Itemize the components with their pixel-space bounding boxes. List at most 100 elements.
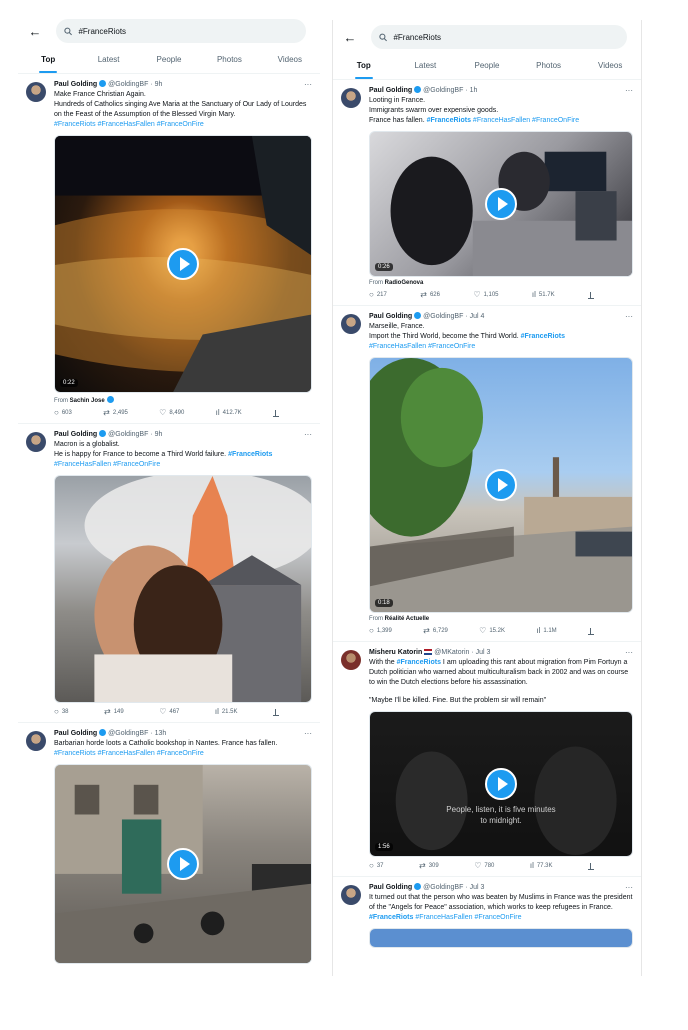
tweet-image[interactable]	[369, 928, 633, 948]
author-handle[interactable]: @GoldingBF	[108, 81, 148, 88]
share-button[interactable]	[588, 862, 594, 870]
tweet[interactable]: Paul Golding @GoldingBF · 13h ··· Barbari…	[18, 723, 320, 970]
reply-button[interactable]: ○ 1,399	[369, 627, 392, 635]
hashtags[interactable]: #FranceRiots #FranceHasFallen #FranceOnF…	[54, 120, 312, 130]
reply-button[interactable]: ○ 603	[54, 409, 72, 417]
more-options-icon[interactable]: ···	[304, 80, 312, 89]
reply-button[interactable]: ○ 37	[369, 862, 384, 870]
like-button[interactable]: ♡ 467	[159, 708, 179, 716]
avatar[interactable]	[341, 650, 361, 670]
avatar[interactable]	[26, 82, 46, 102]
more-options-icon[interactable]: ···	[625, 883, 633, 892]
tweet-time[interactable]: · 9h	[150, 431, 162, 438]
views-button[interactable]: ıl 77.3K	[530, 862, 553, 870]
views-button[interactable]: ıl 21.5K	[215, 708, 238, 716]
views-button[interactable]: ıl 1.1M	[536, 627, 556, 635]
tweet-time[interactable]: · 1h	[465, 87, 477, 94]
video-thumbnail[interactable]: 0:26	[369, 131, 633, 277]
tweet-time[interactable]: · 9h	[150, 81, 162, 88]
hashtag[interactable]: #FranceRiots	[521, 333, 565, 340]
author-name[interactable]: Misheru Katorin	[369, 649, 422, 656]
author-handle[interactable]: @GoldingBF	[423, 87, 463, 94]
video-source[interactable]: From RadioGenova	[369, 280, 633, 286]
tweet[interactable]: Paul Golding @GoldingBF · Jul 4 ··· Marse…	[333, 306, 641, 642]
author-handle[interactable]: @GoldingBF	[108, 730, 148, 737]
video-thumbnail[interactable]	[54, 764, 312, 964]
tweet-time[interactable]: · Jul 4	[465, 313, 484, 320]
hashtag[interactable]: #FranceRiots	[427, 117, 471, 124]
hashtags[interactable]: #FranceHasFallen #FranceOnFire	[473, 117, 579, 124]
author-handle[interactable]: @MKatorin	[434, 649, 469, 656]
retweet-button[interactable]: ⇄ 2,495	[103, 409, 128, 417]
retweet-button[interactable]: ⇄ 149	[104, 708, 124, 716]
like-button[interactable]: ♡ 780	[474, 862, 494, 870]
tweet[interactable]: Paul Golding @GoldingBF · 9h ··· Make Fra…	[18, 74, 320, 424]
tab-people[interactable]: People	[456, 54, 518, 79]
hashtag[interactable]: #FranceRiots	[228, 451, 272, 458]
tweet-time[interactable]: · 13h	[150, 730, 166, 737]
tab-top[interactable]: Top	[18, 48, 78, 73]
search-input[interactable]	[78, 26, 306, 36]
more-options-icon[interactable]: ···	[304, 729, 312, 738]
like-button[interactable]: ♡ 1,105	[473, 291, 498, 299]
tweet-image[interactable]	[54, 475, 312, 703]
author-handle[interactable]: @GoldingBF	[423, 884, 463, 891]
tab-videos[interactable]: Videos	[579, 54, 641, 79]
author-name[interactable]: Paul Golding	[369, 313, 412, 320]
video-source[interactable]: From Réalité Actuelle	[369, 616, 633, 622]
hashtags[interactable]: #FranceRiots #FranceHasFallen #FranceOnF…	[54, 749, 312, 759]
author-name[interactable]: Paul Golding	[54, 81, 97, 88]
video-thumbnail[interactable]: 0:18	[369, 357, 633, 613]
play-button-icon[interactable]	[167, 248, 199, 280]
avatar[interactable]	[26, 731, 46, 751]
more-options-icon[interactable]: ···	[625, 648, 633, 657]
avatar[interactable]	[341, 885, 361, 905]
back-arrow-icon[interactable]: ←	[24, 20, 46, 42]
author-name[interactable]: Paul Golding	[54, 730, 97, 737]
more-options-icon[interactable]: ···	[625, 312, 633, 321]
source-name[interactable]: RadioGenova	[385, 280, 424, 286]
author-name[interactable]: Paul Golding	[369, 884, 412, 891]
views-button[interactable]: ıl 412.7K	[216, 409, 242, 417]
more-options-icon[interactable]: ···	[625, 86, 633, 95]
avatar[interactable]	[341, 88, 361, 108]
hashtag[interactable]: #FranceRiots	[369, 914, 413, 921]
retweet-button[interactable]: ⇄ 626	[420, 291, 440, 299]
back-arrow-icon[interactable]: ←	[339, 26, 361, 48]
hashtags[interactable]: #FranceHasFallen #FranceOnFire	[415, 914, 521, 921]
tweet[interactable]: Paul Golding @GoldingBF · 1h ··· Looting …	[333, 80, 641, 306]
video-source[interactable]: From Sachin Jose	[54, 396, 312, 404]
tweet-time[interactable]: · Jul 3	[465, 884, 484, 891]
source-name[interactable]: Réalité Actuelle	[385, 616, 429, 622]
tab-photos[interactable]: Photos	[199, 48, 259, 73]
tab-latest[interactable]: Latest	[78, 48, 138, 73]
tab-people[interactable]: People	[139, 48, 199, 73]
tab-photos[interactable]: Photos	[518, 54, 580, 79]
share-button[interactable]	[273, 708, 279, 716]
play-button-icon[interactable]	[485, 469, 517, 501]
search-input[interactable]	[393, 32, 627, 42]
tab-videos[interactable]: Videos	[260, 48, 320, 73]
share-button[interactable]	[587, 291, 594, 299]
reply-button[interactable]: ○ 38	[54, 708, 69, 716]
tab-latest[interactable]: Latest	[395, 54, 457, 79]
more-options-icon[interactable]: ···	[304, 430, 312, 439]
avatar[interactable]	[341, 314, 361, 334]
video-thumbnail[interactable]: People, listen, it is five minutes to mi…	[369, 711, 633, 857]
author-handle[interactable]: @GoldingBF	[108, 431, 148, 438]
hashtags[interactable]: #FranceHasFallen #FranceOnFire	[54, 460, 312, 470]
like-button[interactable]: ♡ 15.2K	[479, 627, 505, 635]
search-box[interactable]	[56, 19, 306, 43]
hashtags[interactable]: #FranceHasFallen #FranceOnFire	[369, 342, 633, 352]
tweet[interactable]: Paul Golding @GoldingBF · 9h ··· Macron i…	[18, 424, 320, 723]
play-button-icon[interactable]	[167, 848, 199, 880]
reply-button[interactable]: ○ 217	[369, 291, 387, 299]
author-name[interactable]: Paul Golding	[54, 431, 97, 438]
play-button-icon[interactable]	[485, 188, 517, 220]
author-handle[interactable]: @GoldingBF	[423, 313, 463, 320]
tab-top[interactable]: Top	[333, 54, 395, 79]
tweet[interactable]: Misheru Katorin @MKatorin · Jul 3 ··· Wit…	[333, 642, 641, 877]
hashtag[interactable]: #FranceRiots	[397, 659, 441, 666]
retweet-button[interactable]: ⇄ 309	[419, 862, 439, 870]
tweet-time[interactable]: · Jul 3	[471, 649, 490, 656]
